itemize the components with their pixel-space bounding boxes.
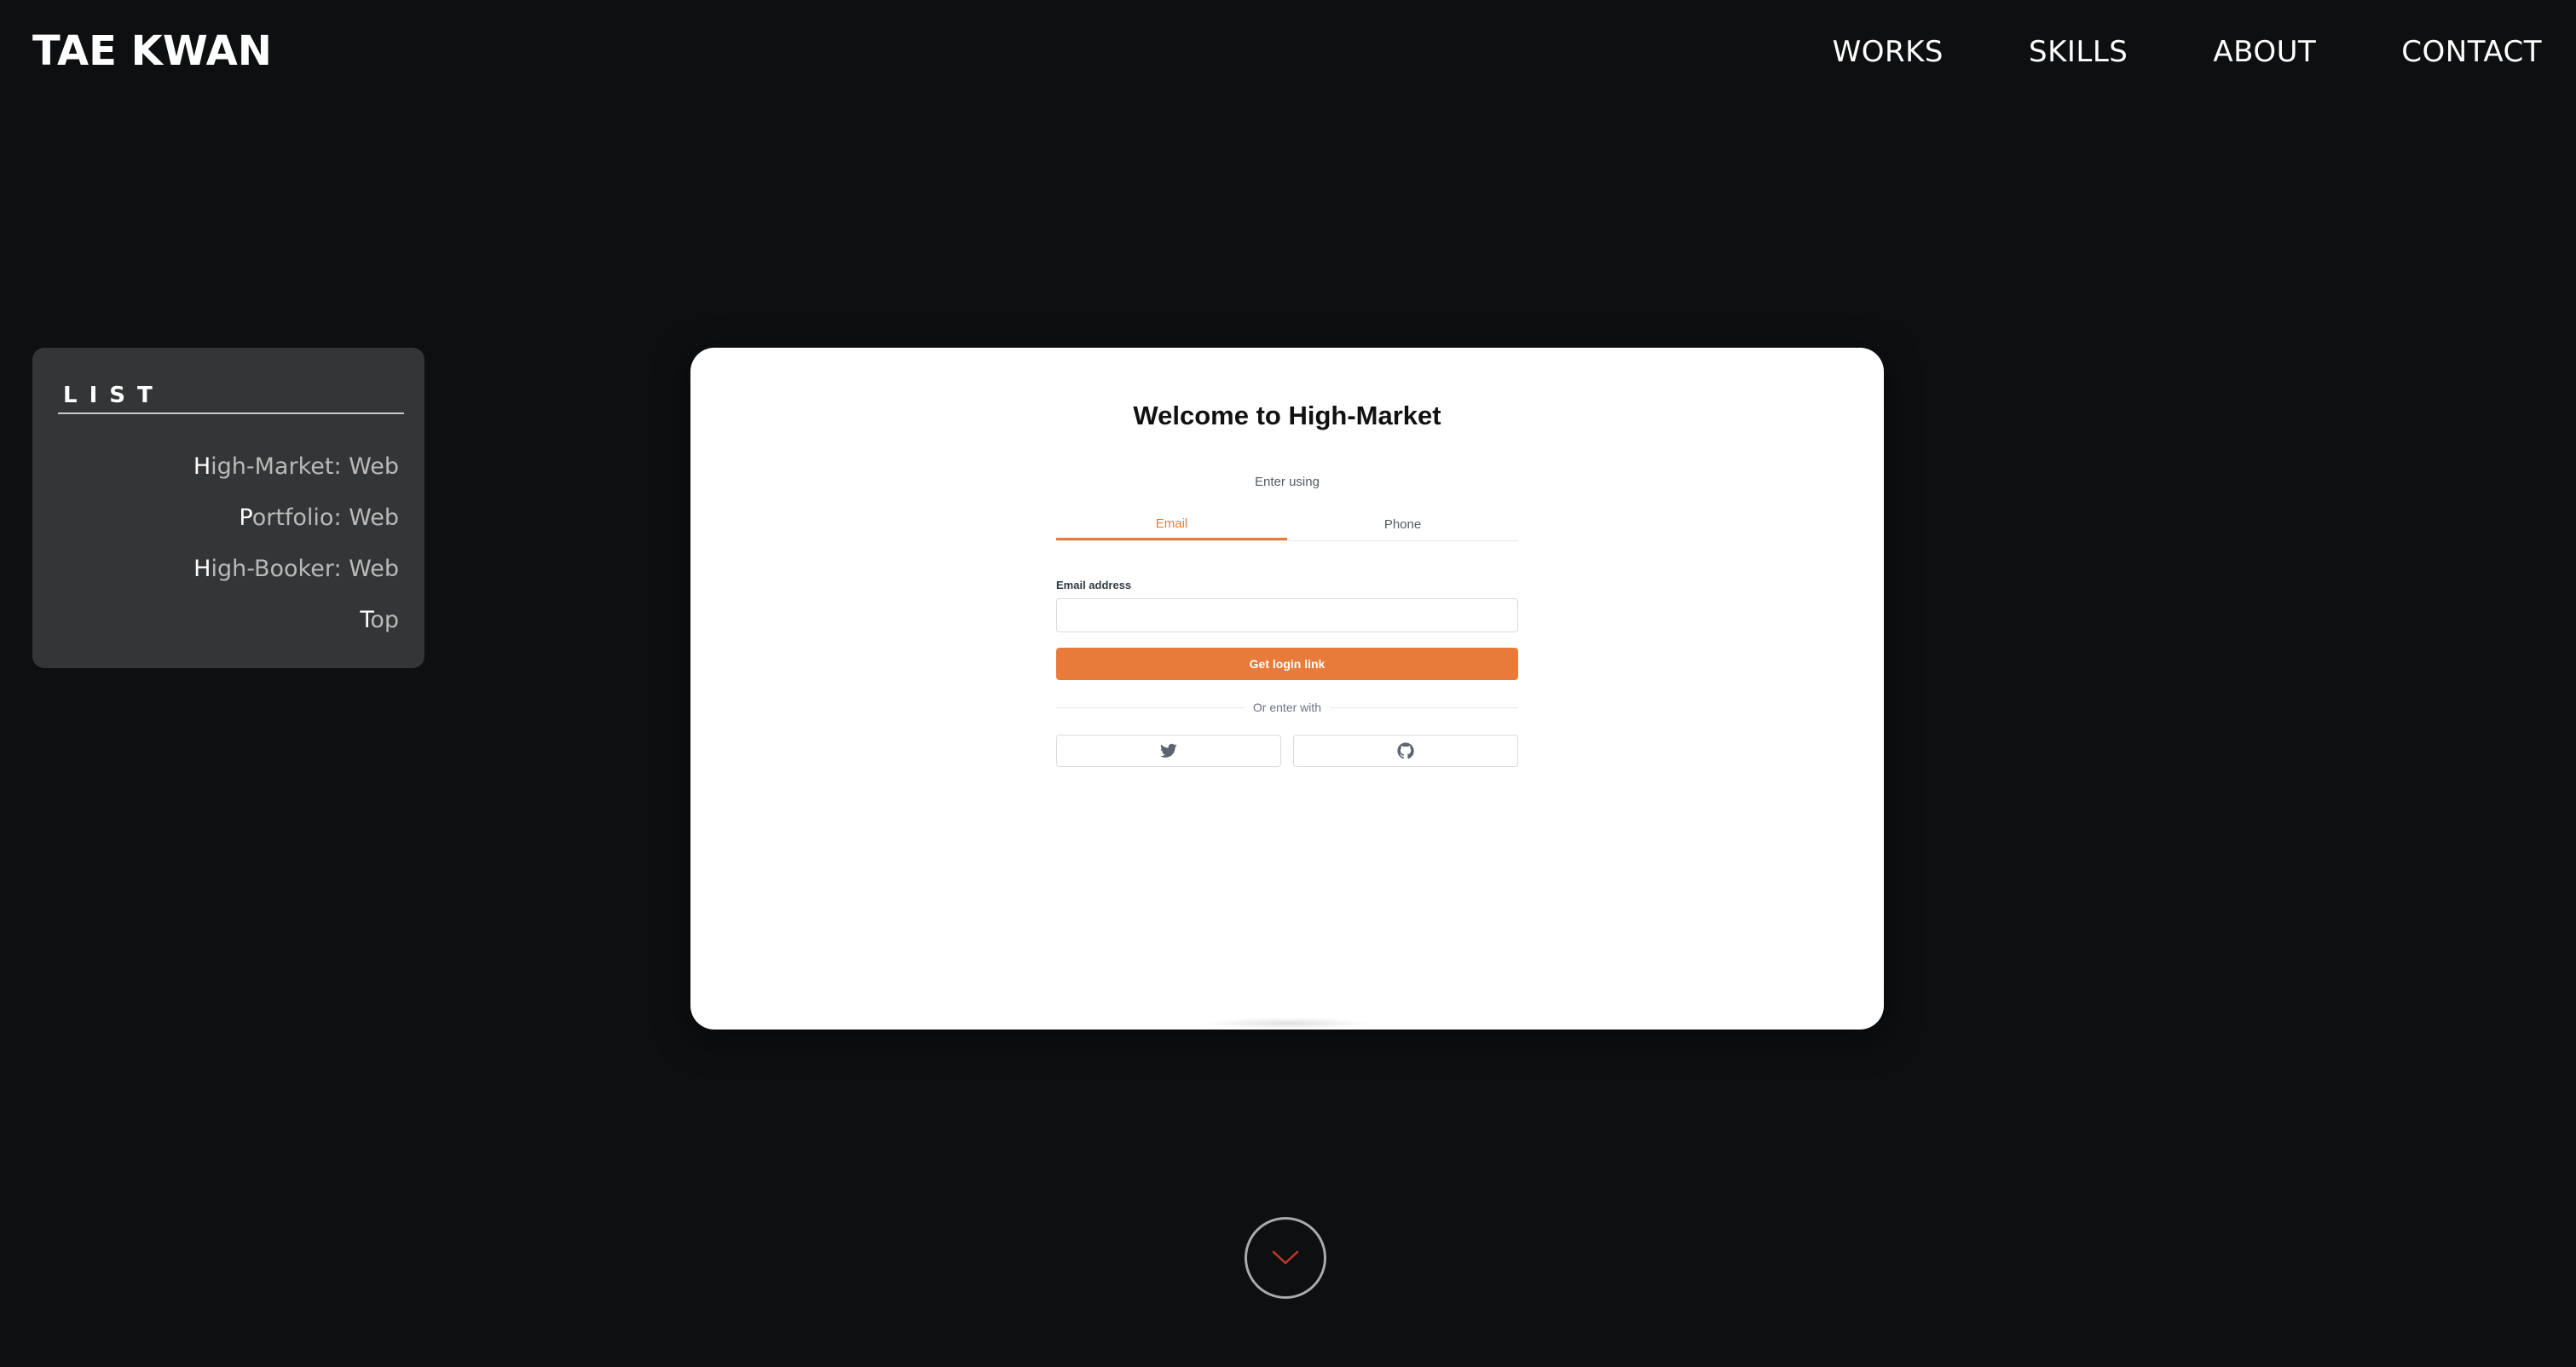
- email-field-label: Email address: [1056, 579, 1132, 591]
- list-item-label: ortfolio: Web: [251, 505, 399, 531]
- scroll-down-button[interactable]: [1245, 1217, 1326, 1299]
- nav-skills[interactable]: SKILLS: [2029, 32, 2128, 72]
- github-icon: [1397, 742, 1414, 759]
- twitter-login-button[interactable]: [1056, 735, 1281, 767]
- list-title: LIST: [58, 382, 404, 414]
- project-preview-card: Welcome to High-Market Enter using Email…: [690, 348, 1884, 1030]
- email-field[interactable]: [1056, 598, 1518, 632]
- social-login-row: [1056, 735, 1518, 767]
- decorative-shadow: [1202, 1018, 1372, 1030]
- main-nav: WORKS SKILLS ABOUT CONTACT: [1833, 32, 2542, 72]
- nav-works[interactable]: WORKS: [1833, 32, 1944, 72]
- or-divider: Or enter with: [1056, 699, 1518, 716]
- list-item-label: op: [370, 607, 399, 633]
- project-list-panel: LIST High-Market: Web Portfolio: Web Hig…: [32, 348, 425, 668]
- list-item-initial: H: [193, 556, 211, 582]
- github-login-button[interactable]: [1293, 735, 1518, 767]
- chevron-down-icon: [1272, 1250, 1299, 1265]
- nav-contact[interactable]: CONTACT: [2401, 32, 2542, 72]
- login-method-tabs: Email Phone: [1056, 510, 1518, 541]
- list-item-initial: P: [239, 505, 252, 531]
- list-item-high-market[interactable]: High-Market: Web: [193, 441, 399, 493]
- page: TAE KWAN WORKS SKILLS ABOUT CONTACT LIST…: [0, 0, 2576, 1367]
- get-login-link-button[interactable]: Get login link: [1056, 648, 1518, 680]
- list-item-label: igh-Market: Web: [211, 453, 399, 480]
- tab-phone[interactable]: Phone: [1287, 510, 1518, 540]
- divider-line: [1331, 707, 1518, 708]
- list-item-high-booker[interactable]: High-Booker: Web: [193, 544, 399, 595]
- twitter-icon: [1160, 743, 1177, 758]
- project-list: High-Market: Web Portfolio: Web High-Boo…: [193, 441, 399, 646]
- tab-email[interactable]: Email: [1056, 510, 1287, 540]
- list-item-top[interactable]: Top: [193, 595, 399, 646]
- login-title: Welcome to High-Market: [1133, 401, 1441, 430]
- nav-about[interactable]: ABOUT: [2213, 32, 2316, 72]
- list-item-label: igh-Booker: Web: [211, 556, 399, 582]
- list-item-initial: T: [360, 607, 371, 633]
- enter-using-label: Enter using: [1255, 475, 1320, 489]
- site-brand[interactable]: TAE KWAN: [32, 26, 272, 77]
- list-item-portfolio[interactable]: Portfolio: Web: [193, 493, 399, 544]
- list-item-initial: H: [193, 453, 211, 480]
